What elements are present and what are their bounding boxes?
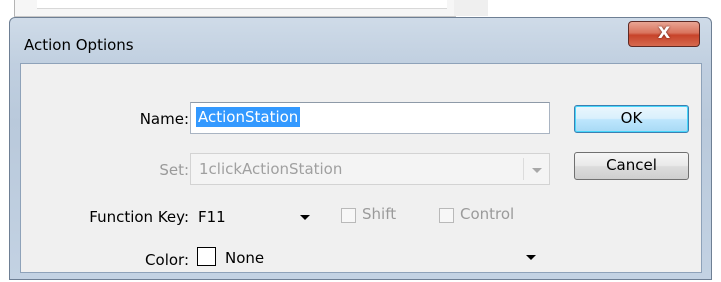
shift-label: Shift [362,205,397,223]
dialog-body: Name: ActionStation Set: 1clickActionSta… [20,63,702,273]
name-input-selected-text: ActionStation [196,107,301,127]
color-select-value: None [225,249,265,267]
name-input[interactable]: ActionStation [190,102,550,134]
ok-button[interactable]: OK [574,105,689,133]
close-button[interactable]: X [628,21,700,47]
background-field [37,0,447,9]
dialog-title: Action Options [24,36,134,54]
shift-checkbox[interactable] [341,208,356,223]
background-right-area [454,0,488,16]
function-key-label: Function Key: [89,208,189,226]
color-select[interactable]: None [190,243,550,273]
function-key-select[interactable]: F11 [190,200,325,232]
set-select-value: 1clickActionStation [199,160,343,178]
title-bar[interactable]: Action Options X [10,18,711,58]
control-checkbox[interactable] [439,208,454,223]
action-options-dialog: Action Options X Name: ActionStation Set… [9,17,712,280]
name-label: Name: [139,110,189,128]
chevron-down-icon [300,215,310,220]
chevron-down-icon [532,168,542,173]
function-key-value: F11 [198,208,226,226]
color-label: Color: [145,251,189,269]
color-swatch [197,247,216,266]
cancel-button[interactable]: Cancel [574,152,689,180]
set-label: Set: [159,161,189,179]
ok-button-label: OK [620,109,643,127]
background-panel [14,0,456,17]
control-label: Control [460,205,515,223]
close-icon: X [657,23,671,42]
set-select-divider [523,158,524,180]
chevron-down-icon [526,255,536,260]
set-select[interactable]: 1clickActionStation [190,153,550,185]
cancel-button-label: Cancel [606,156,657,174]
